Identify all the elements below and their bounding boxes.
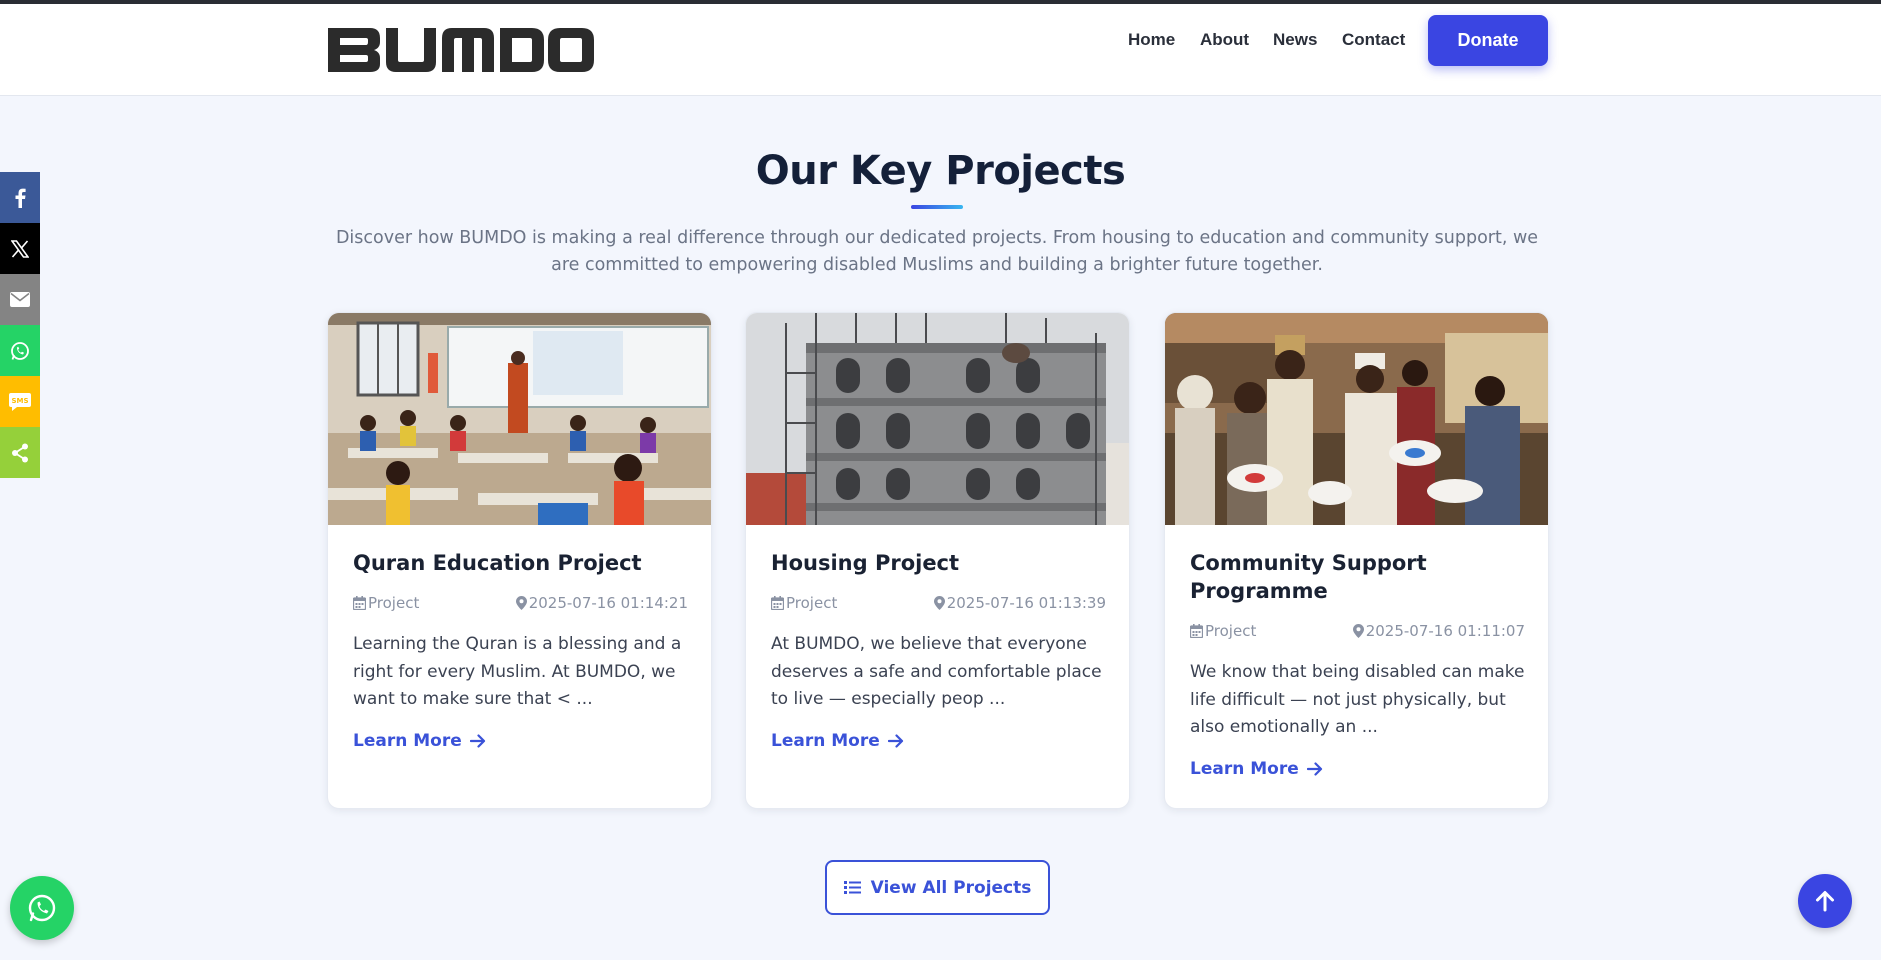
whatsapp-icon — [28, 894, 56, 922]
project-meta: Project 2025-07-16 01:11:07 — [1190, 622, 1525, 640]
classroom-photo[interactable] — [328, 313, 711, 525]
arrow-right-icon — [887, 734, 903, 748]
learn-more-label: Learn More — [353, 731, 462, 751]
bumdo-logo[interactable] — [326, 24, 594, 76]
food-distribution-photo[interactable] — [1165, 313, 1548, 525]
facebook-icon — [15, 188, 26, 208]
project-category: Project — [368, 594, 420, 612]
arrow-right-icon — [469, 734, 485, 748]
arrow-right-icon — [1306, 762, 1322, 776]
share-email[interactable] — [0, 274, 40, 325]
project-category: Project — [786, 594, 838, 612]
list-icon — [843, 881, 861, 894]
nav-contact[interactable]: Contact — [1342, 30, 1405, 50]
project-title[interactable]: Community Support Programme — [1190, 549, 1530, 605]
nav-news[interactable]: News — [1273, 30, 1317, 50]
project-date: 2025-07-16 01:14:21 — [528, 594, 688, 612]
learn-more-link[interactable]: Learn More — [1190, 759, 1323, 779]
calendar-icon — [1190, 624, 1203, 638]
project-date: 2025-07-16 01:11:07 — [1365, 622, 1525, 640]
project-card: Housing Project Project 2025-07-16 01:13… — [745, 312, 1130, 809]
share-icon — [12, 443, 28, 462]
share-facebook[interactable] — [0, 172, 40, 223]
nav-about[interactable]: About — [1200, 30, 1249, 50]
learn-more-label: Learn More — [771, 731, 880, 751]
project-category: Project — [1205, 622, 1257, 640]
learn-more-label: Learn More — [1190, 759, 1299, 779]
whatsapp-icon — [11, 341, 29, 360]
project-title[interactable]: Quran Education Project — [353, 549, 693, 577]
learn-more-link[interactable]: Learn More — [353, 731, 486, 751]
title-underline — [911, 205, 963, 209]
back-to-top-button[interactable] — [1798, 874, 1852, 928]
section-intro: Discover how BUMDO is making a real diff… — [335, 228, 1539, 275]
whatsapp-chat-button[interactable] — [10, 876, 74, 940]
map-pin-icon — [1352, 624, 1364, 638]
svg-text:SMS: SMS — [11, 397, 28, 405]
project-description: At BUMDO, we believe that everyone deser… — [771, 634, 1102, 709]
project-meta: Project 2025-07-16 01:13:39 — [771, 594, 1106, 612]
map-pin-icon — [515, 596, 527, 610]
site-header: Home About News Contact Donate — [0, 4, 1881, 96]
view-all-projects-button[interactable]: View All Projects — [825, 860, 1050, 915]
arrow-up-icon — [1816, 891, 1834, 912]
share-x[interactable] — [0, 223, 40, 274]
building-construction-photo[interactable] — [746, 313, 1129, 525]
email-icon — [10, 292, 30, 307]
calendar-icon — [771, 596, 784, 610]
map-pin-icon — [933, 596, 945, 610]
sms-icon: SMS — [9, 392, 31, 411]
project-date: 2025-07-16 01:13:39 — [946, 594, 1106, 612]
donate-button[interactable]: Donate — [1428, 15, 1548, 66]
project-description: We know that being disabled can make lif… — [1190, 662, 1525, 737]
view-all-label: View All Projects — [870, 877, 1032, 898]
share-more[interactable] — [0, 427, 40, 478]
project-card: Quran Education Project Project 2025-07-… — [327, 312, 712, 809]
project-card: Community Support Programme Project 2025… — [1164, 312, 1549, 809]
nav-home[interactable]: Home — [1128, 30, 1175, 50]
x-icon — [11, 239, 29, 258]
project-meta: Project 2025-07-16 01:14:21 — [353, 594, 688, 612]
section-title: Our Key Projects — [755, 148, 1126, 194]
project-title[interactable]: Housing Project — [771, 549, 1111, 577]
share-whatsapp[interactable] — [0, 325, 40, 376]
project-description: Learning the Quran is a blessing and a r… — [353, 634, 682, 709]
calendar-icon — [353, 596, 366, 610]
learn-more-link[interactable]: Learn More — [771, 731, 904, 751]
share-sms[interactable]: SMS — [0, 376, 40, 427]
